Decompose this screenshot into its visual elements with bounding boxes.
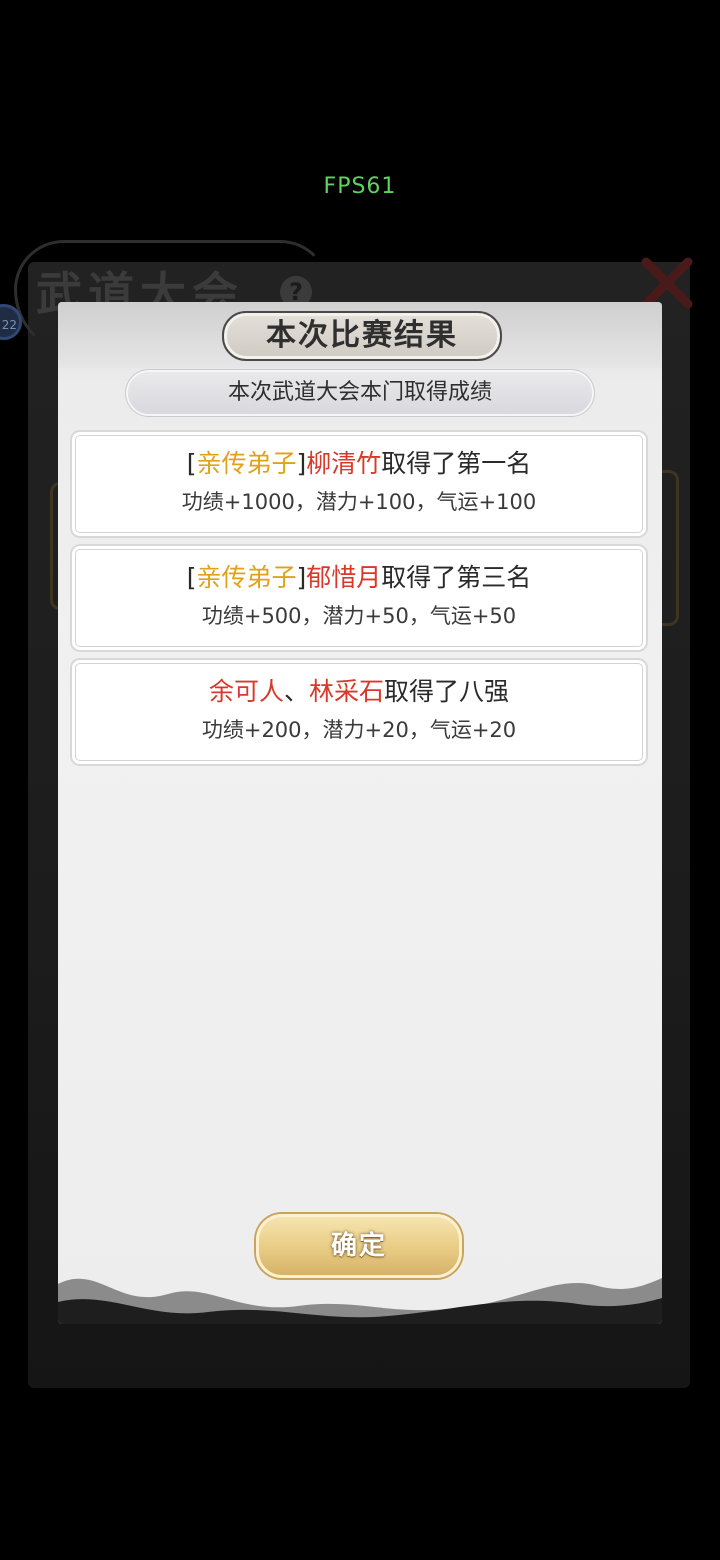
modal-title: 本次比赛结果 xyxy=(266,318,458,353)
achievement-text: 取得了第一名 xyxy=(381,449,532,478)
reward-text: 功绩+500，潜力+50，气运+50 xyxy=(201,604,517,628)
achievement-text: 取得了第三名 xyxy=(381,563,532,592)
ink-wave-decoration xyxy=(58,1278,662,1324)
game-screen: FPS61 武道大会 ? 22 本次比赛结果 本次武道大会本门取得成绩 [亲传弟… xyxy=(0,0,720,1560)
result-headline: [亲传弟子]柳清竹取得了第一名 xyxy=(72,444,646,480)
result-card-third: [亲传弟子]郁惜月取得了第三名 功绩+500，潜力+50，气运+50 xyxy=(72,546,646,650)
result-headline: [亲传弟子]郁惜月取得了第三名 xyxy=(72,558,646,594)
reward-text: 功绩+200，潜力+20，气运+20 xyxy=(201,718,517,742)
bracket-close: ] xyxy=(296,563,307,592)
bracket-open: [ xyxy=(186,563,197,592)
result-card-first: [亲传弟子]柳清竹取得了第一名 功绩+1000，潜力+100，气运+100 xyxy=(72,432,646,536)
modal-subtitle: 本次武道大会本门取得成绩 xyxy=(227,380,492,405)
achievement-text: 取得了八强 xyxy=(384,677,510,706)
role-label: 亲传弟子 xyxy=(196,563,297,592)
fps-counter: FPS61 xyxy=(323,174,397,199)
result-modal: 本次比赛结果 本次武道大会本门取得成绩 [亲传弟子]柳清竹取得了第一名 功绩+1… xyxy=(58,302,662,1324)
result-card-top-eight: 余可人、林采石取得了八强 功绩+200，潜力+20，气运+20 xyxy=(72,660,646,764)
disciple-name: 林采石 xyxy=(309,677,385,706)
role-label: 亲传弟子 xyxy=(196,449,297,478)
bracket-open: [ xyxy=(186,449,197,478)
bracket-close: ] xyxy=(296,449,307,478)
title-plaque: 本次比赛结果 xyxy=(222,311,502,361)
disciple-name: 柳清竹 xyxy=(306,449,382,478)
reward-text: 功绩+1000，潜力+100，气运+100 xyxy=(181,490,537,514)
name-separator: 、 xyxy=(283,677,309,706)
disciple-name: 余可人 xyxy=(208,677,284,706)
disciple-name: 郁惜月 xyxy=(306,563,382,592)
subtitle-bar: 本次武道大会本门取得成绩 xyxy=(128,372,592,414)
result-headline: 余可人、林采石取得了八强 xyxy=(72,672,646,708)
background-frame-right xyxy=(662,470,679,626)
